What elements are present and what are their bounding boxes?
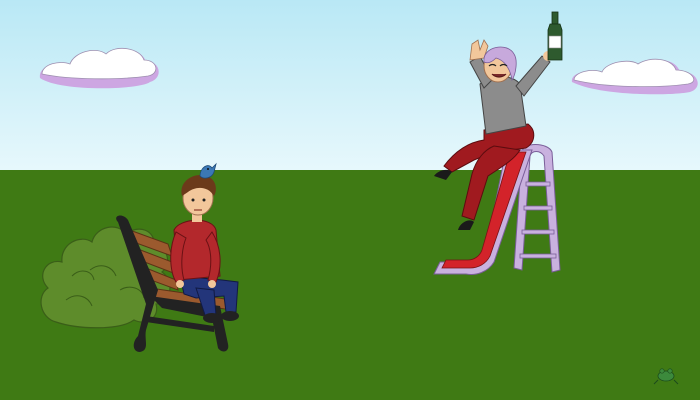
park-scene (0, 0, 700, 400)
